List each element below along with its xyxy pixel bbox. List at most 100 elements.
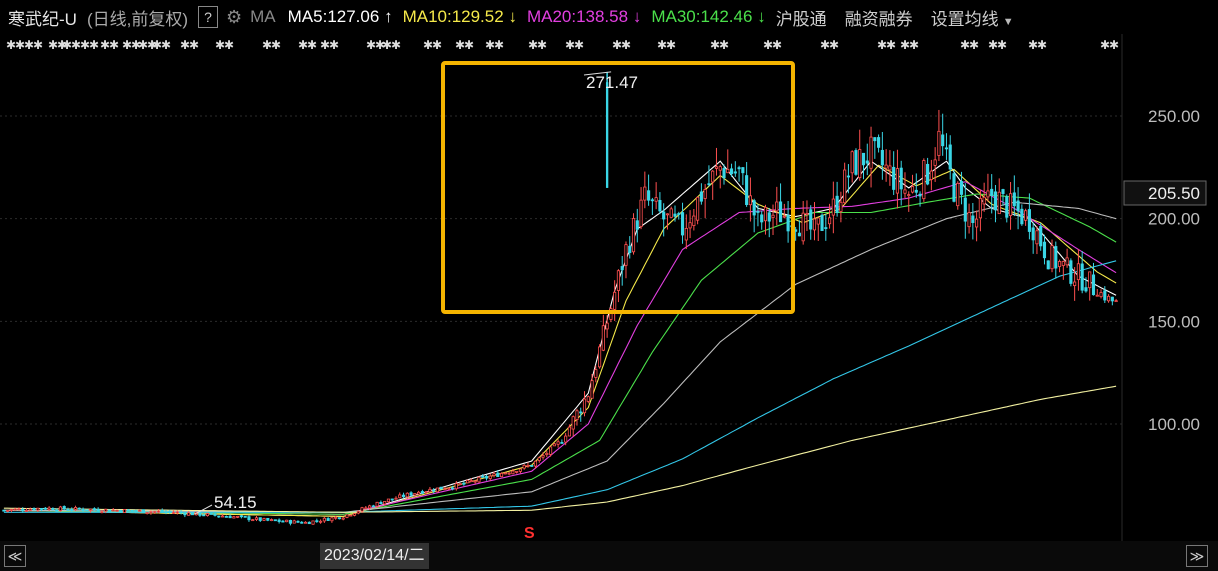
event-marker[interactable]: ✱✱	[80, 38, 99, 52]
event-marker[interactable]: ✱✱	[657, 38, 676, 52]
candle-up	[292, 520, 296, 524]
candle-up	[726, 168, 730, 174]
event-marker[interactable]: ✱✱	[180, 38, 199, 52]
candle-up	[526, 465, 530, 467]
candle-down	[846, 175, 850, 178]
event-marker[interactable]: ✱✱	[320, 38, 339, 52]
candle-down	[926, 163, 930, 185]
candle-up	[488, 475, 492, 479]
event-marker[interactable]: ✱✱	[763, 38, 782, 52]
candle-down	[752, 200, 756, 216]
candle-up	[58, 506, 63, 511]
event-marker[interactable]: ✱✱	[382, 38, 401, 52]
candle-down	[778, 201, 783, 223]
candle-down	[737, 167, 741, 170]
event-marker[interactable]: ✱✱	[710, 38, 729, 52]
candle-down	[300, 521, 304, 524]
event-marker[interactable]: ✱✱	[612, 38, 631, 52]
candle-up	[345, 514, 349, 518]
candle-up	[138, 509, 142, 512]
candle-up	[349, 514, 353, 517]
candle-up	[929, 170, 933, 180]
candle-down	[450, 487, 455, 490]
candle-up	[843, 169, 847, 204]
candle-down	[85, 509, 89, 512]
candle-up	[771, 214, 775, 218]
candle-down	[224, 515, 228, 518]
candle-down	[179, 511, 183, 514]
candle-up	[352, 513, 357, 516]
candle-down	[1016, 200, 1020, 212]
candle-up	[692, 215, 696, 226]
candle-up	[933, 159, 937, 166]
ma250-line	[3, 385, 1117, 513]
candle-down	[134, 510, 138, 512]
candle-down	[760, 214, 764, 223]
event-marker[interactable]: ✱✱	[960, 38, 979, 52]
candle-up	[748, 195, 752, 206]
candle-down	[281, 520, 285, 523]
candle-down	[202, 514, 206, 517]
event-marker[interactable]: ✱✱	[820, 38, 839, 52]
arrow-up-icon: ↑	[384, 7, 393, 26]
event-marker[interactable]: ✱✱	[62, 38, 81, 52]
event-marker[interactable]: ✱✱	[988, 38, 1007, 52]
event-marker[interactable]: ✱✱	[6, 38, 25, 52]
candle-up	[967, 212, 971, 228]
candle-up	[839, 201, 843, 212]
ma5-value: MA5:127.06 ↑	[288, 7, 393, 27]
event-marker[interactable]: ✱✱	[100, 38, 119, 52]
candle-up	[394, 497, 398, 500]
candlesticks	[2, 71, 1118, 526]
candle-up	[175, 511, 179, 514]
event-marker[interactable]: ✱✱	[24, 38, 43, 52]
candle-down	[315, 520, 319, 523]
candle-down	[741, 167, 745, 174]
event-marker[interactable]: ✱✱	[298, 38, 317, 52]
candle-down	[1054, 246, 1058, 269]
event-marker[interactable]: ✱✱	[900, 38, 919, 52]
help-button[interactable]: ?	[198, 6, 218, 28]
ma-settings-dropdown[interactable]: 设置均线 ▼	[931, 5, 1014, 30]
event-marker[interactable]: ✱✱	[262, 38, 281, 52]
candle-down	[722, 168, 726, 179]
gear-icon[interactable]: ⚙	[226, 7, 242, 28]
event-marker[interactable]: ✱✱	[877, 38, 896, 52]
candle-up	[303, 521, 308, 524]
event-marker[interactable]: ✱✱	[1028, 38, 1047, 52]
event-marker[interactable]: ✱✱	[528, 38, 547, 52]
candle-up	[549, 446, 553, 455]
kline-chart[interactable]: 250.00 200.00 150.00 100.00 205.50 271.47 54…	[0, 0, 1218, 571]
event-marker[interactable]: ✱✱	[215, 38, 234, 52]
scroll-left-button[interactable]: ≪	[4, 545, 26, 567]
moving-average-lines	[3, 160, 1117, 517]
scroll-right-button[interactable]: ≫	[1186, 545, 1208, 567]
event-marker[interactable]: ✱✱	[423, 38, 442, 52]
candle-up	[364, 507, 368, 510]
candle-down	[209, 513, 213, 515]
candle-down	[420, 491, 424, 494]
candle-down	[266, 517, 270, 521]
nav-hgt[interactable]: 沪股通	[776, 5, 827, 30]
adjust-mode[interactable]: (日线,前复权)	[87, 5, 188, 30]
candle-down	[371, 505, 375, 508]
candle-up	[100, 511, 104, 514]
candle-up	[104, 508, 108, 512]
event-marker[interactable]: ✱✱	[565, 38, 584, 52]
candle-down	[107, 509, 112, 512]
candle-up	[552, 443, 556, 447]
ma120-line	[3, 260, 1117, 513]
candle-down	[1031, 227, 1035, 241]
event-marker[interactable]: ✱✱	[485, 38, 504, 52]
event-marker[interactable]: ✱✱	[1100, 38, 1119, 52]
event-marker[interactable]: ✱✱	[152, 38, 171, 52]
candle-down	[1069, 260, 1073, 284]
stock-name[interactable]: 寒武纪-U	[8, 5, 77, 30]
candle-down	[707, 183, 711, 186]
price-tick-label: 250.00	[1148, 107, 1200, 126]
event-marker[interactable]: ✱✱	[455, 38, 474, 52]
price-axis: 250.00 200.00 150.00 100.00	[1148, 107, 1200, 434]
nav-margin-trading[interactable]: 融资融券	[845, 5, 913, 30]
candle-down	[745, 175, 749, 205]
candle-up	[28, 508, 32, 511]
